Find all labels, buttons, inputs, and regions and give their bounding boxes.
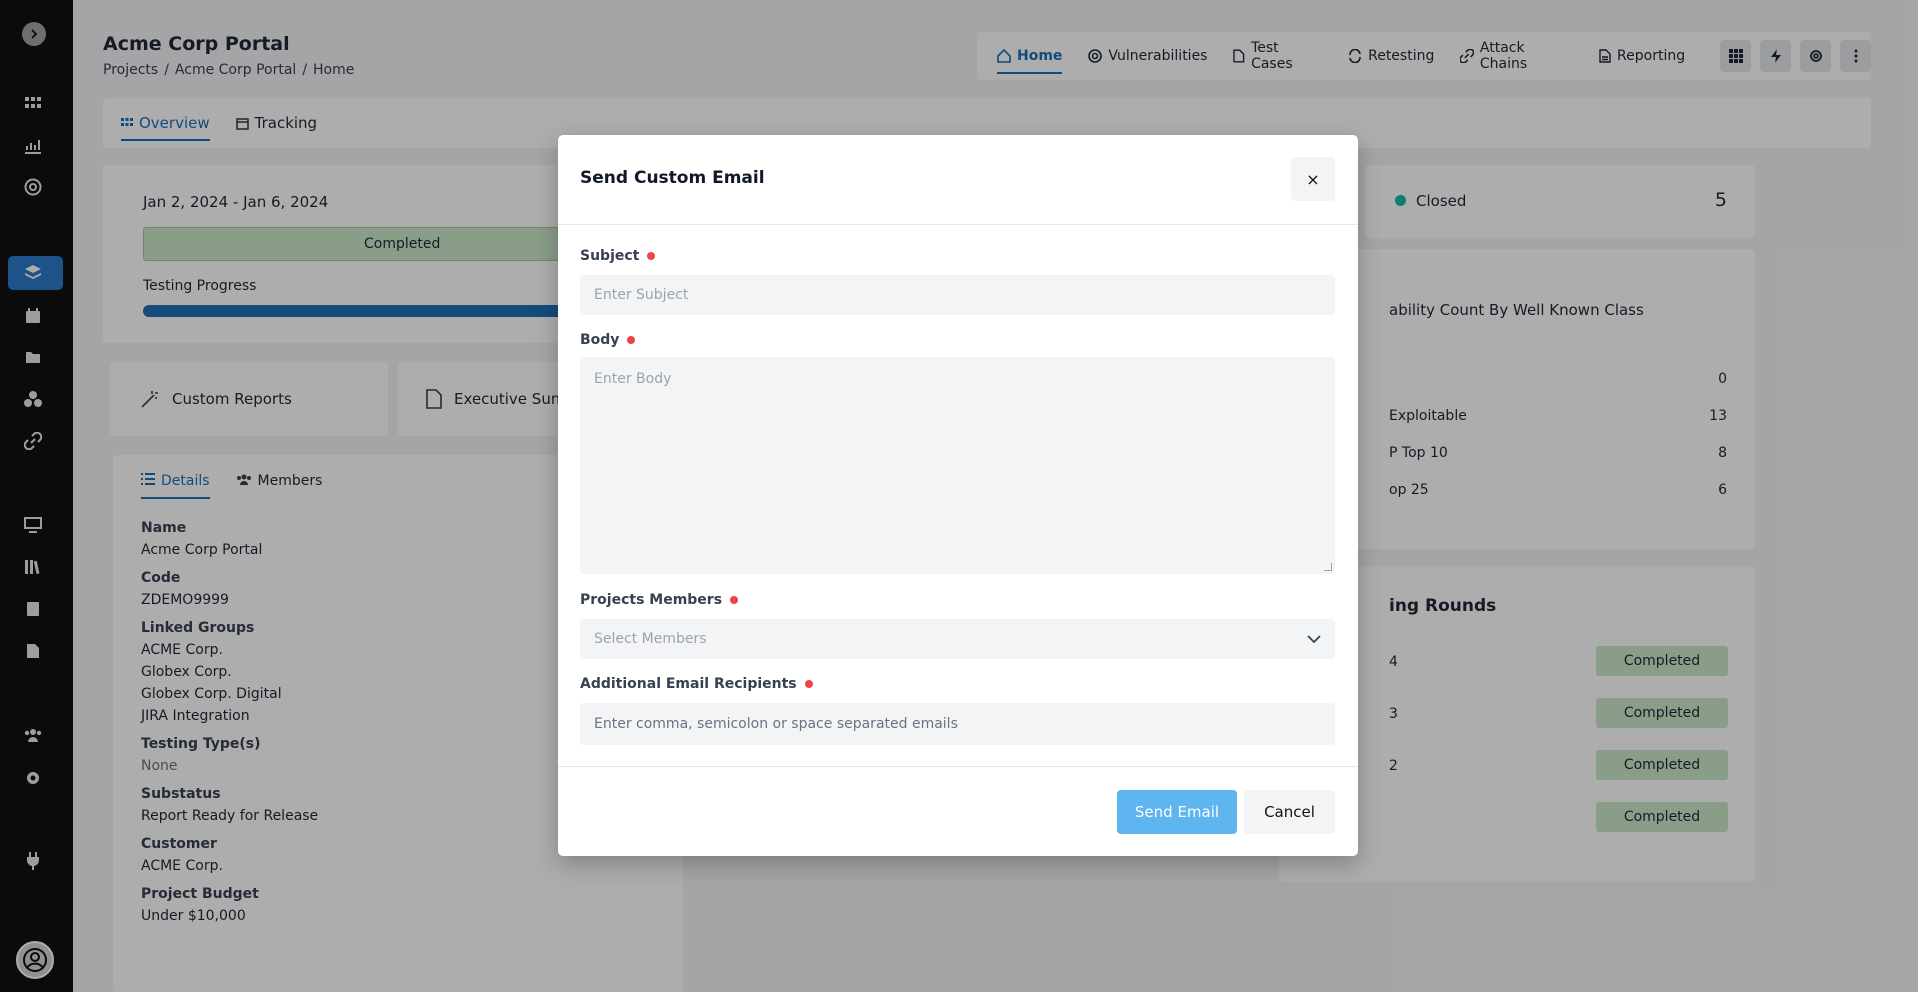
subject-label: Subject [580,248,656,264]
send-email-button[interactable]: Send Email [1117,790,1237,834]
recipients-label: Additional Email Recipients [580,676,813,692]
close-modal-button[interactable]: × [1291,157,1335,201]
modal-footer: Send Email Cancel [558,766,1358,856]
chevron-down-icon [1307,635,1321,643]
close-icon: × [1306,169,1320,189]
body-textarea[interactable]: Enter Body [580,357,1335,574]
required-indicator [730,596,739,604]
send-email-modal: Send Custom Email × Subject Enter Subjec… [558,135,1358,856]
required-indicator [804,680,813,688]
required-indicator [647,252,656,260]
required-indicator [627,336,636,344]
members-select[interactable]: Select Members [580,619,1335,659]
modal-header: Send Custom Email × [558,135,1358,225]
body-label: Body [580,332,636,348]
resize-handle-icon[interactable] [1324,563,1332,571]
cancel-button[interactable]: Cancel [1244,790,1335,834]
subject-input[interactable]: Enter Subject [580,275,1335,315]
recipients-input[interactable]: Enter comma, semicolon or space separate… [580,703,1335,745]
modal-title: Send Custom Email [580,168,765,188]
members-label: Projects Members [580,592,739,608]
